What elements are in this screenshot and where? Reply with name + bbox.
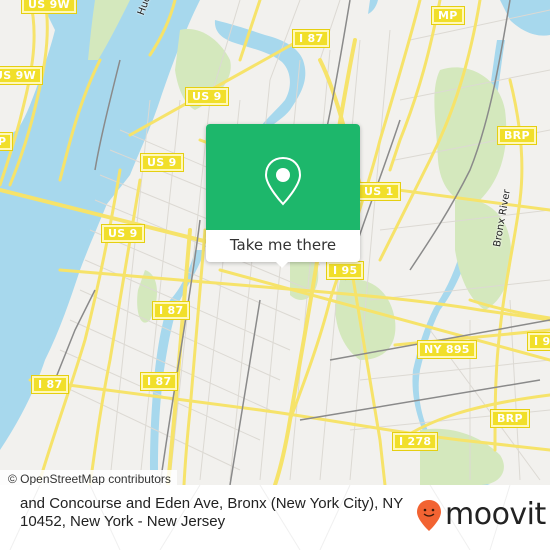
popup-pointer [274,260,290,268]
highway-shield: US 9W [21,0,77,14]
moovit-logo[interactable]: moovit [415,498,546,532]
highway-shield: I 278 [391,432,439,451]
popup-header [206,124,360,230]
take-me-there-button[interactable]: Take me there [206,230,360,262]
highway-shield: I 87 [291,29,331,48]
highway-shield: US 9 [185,87,229,106]
location-popup: Take me there [206,124,360,268]
highway-shield: US 9 [140,153,184,172]
highway-shield: I 87 [139,372,179,391]
highway-shield: US 9 [101,224,145,243]
highway-shield: MP [431,6,465,25]
moovit-wordmark: moovit [445,497,546,532]
highway-shield: I 87 [30,375,70,394]
highway-shield: US 9W [0,66,43,85]
moovit-smiley-pin-icon [417,500,441,531]
address-text: and Concourse and Eden Ave, Bronx (New Y… [20,495,403,530]
highway-shield: NY 895 [417,340,477,359]
highway-shield: US 1 [357,182,401,201]
footer: and Concourse and Eden Ave, Bronx (New Y… [0,485,550,550]
highway-shield: I 95 [526,332,550,351]
map-attribution[interactable]: © OpenStreetMap contributors [0,470,177,485]
highway-shield: BRP [497,126,537,145]
highway-shield: I 87 [151,301,191,320]
location-pin-icon [264,156,302,206]
highway-shield: I 95 [325,261,365,280]
map-view[interactable]: US 9W US 9W US 9 US 9 US 9 I 87 I 87 I 8… [0,0,550,485]
highway-shield: BRP [490,409,530,428]
highway-shield: P [0,132,14,151]
